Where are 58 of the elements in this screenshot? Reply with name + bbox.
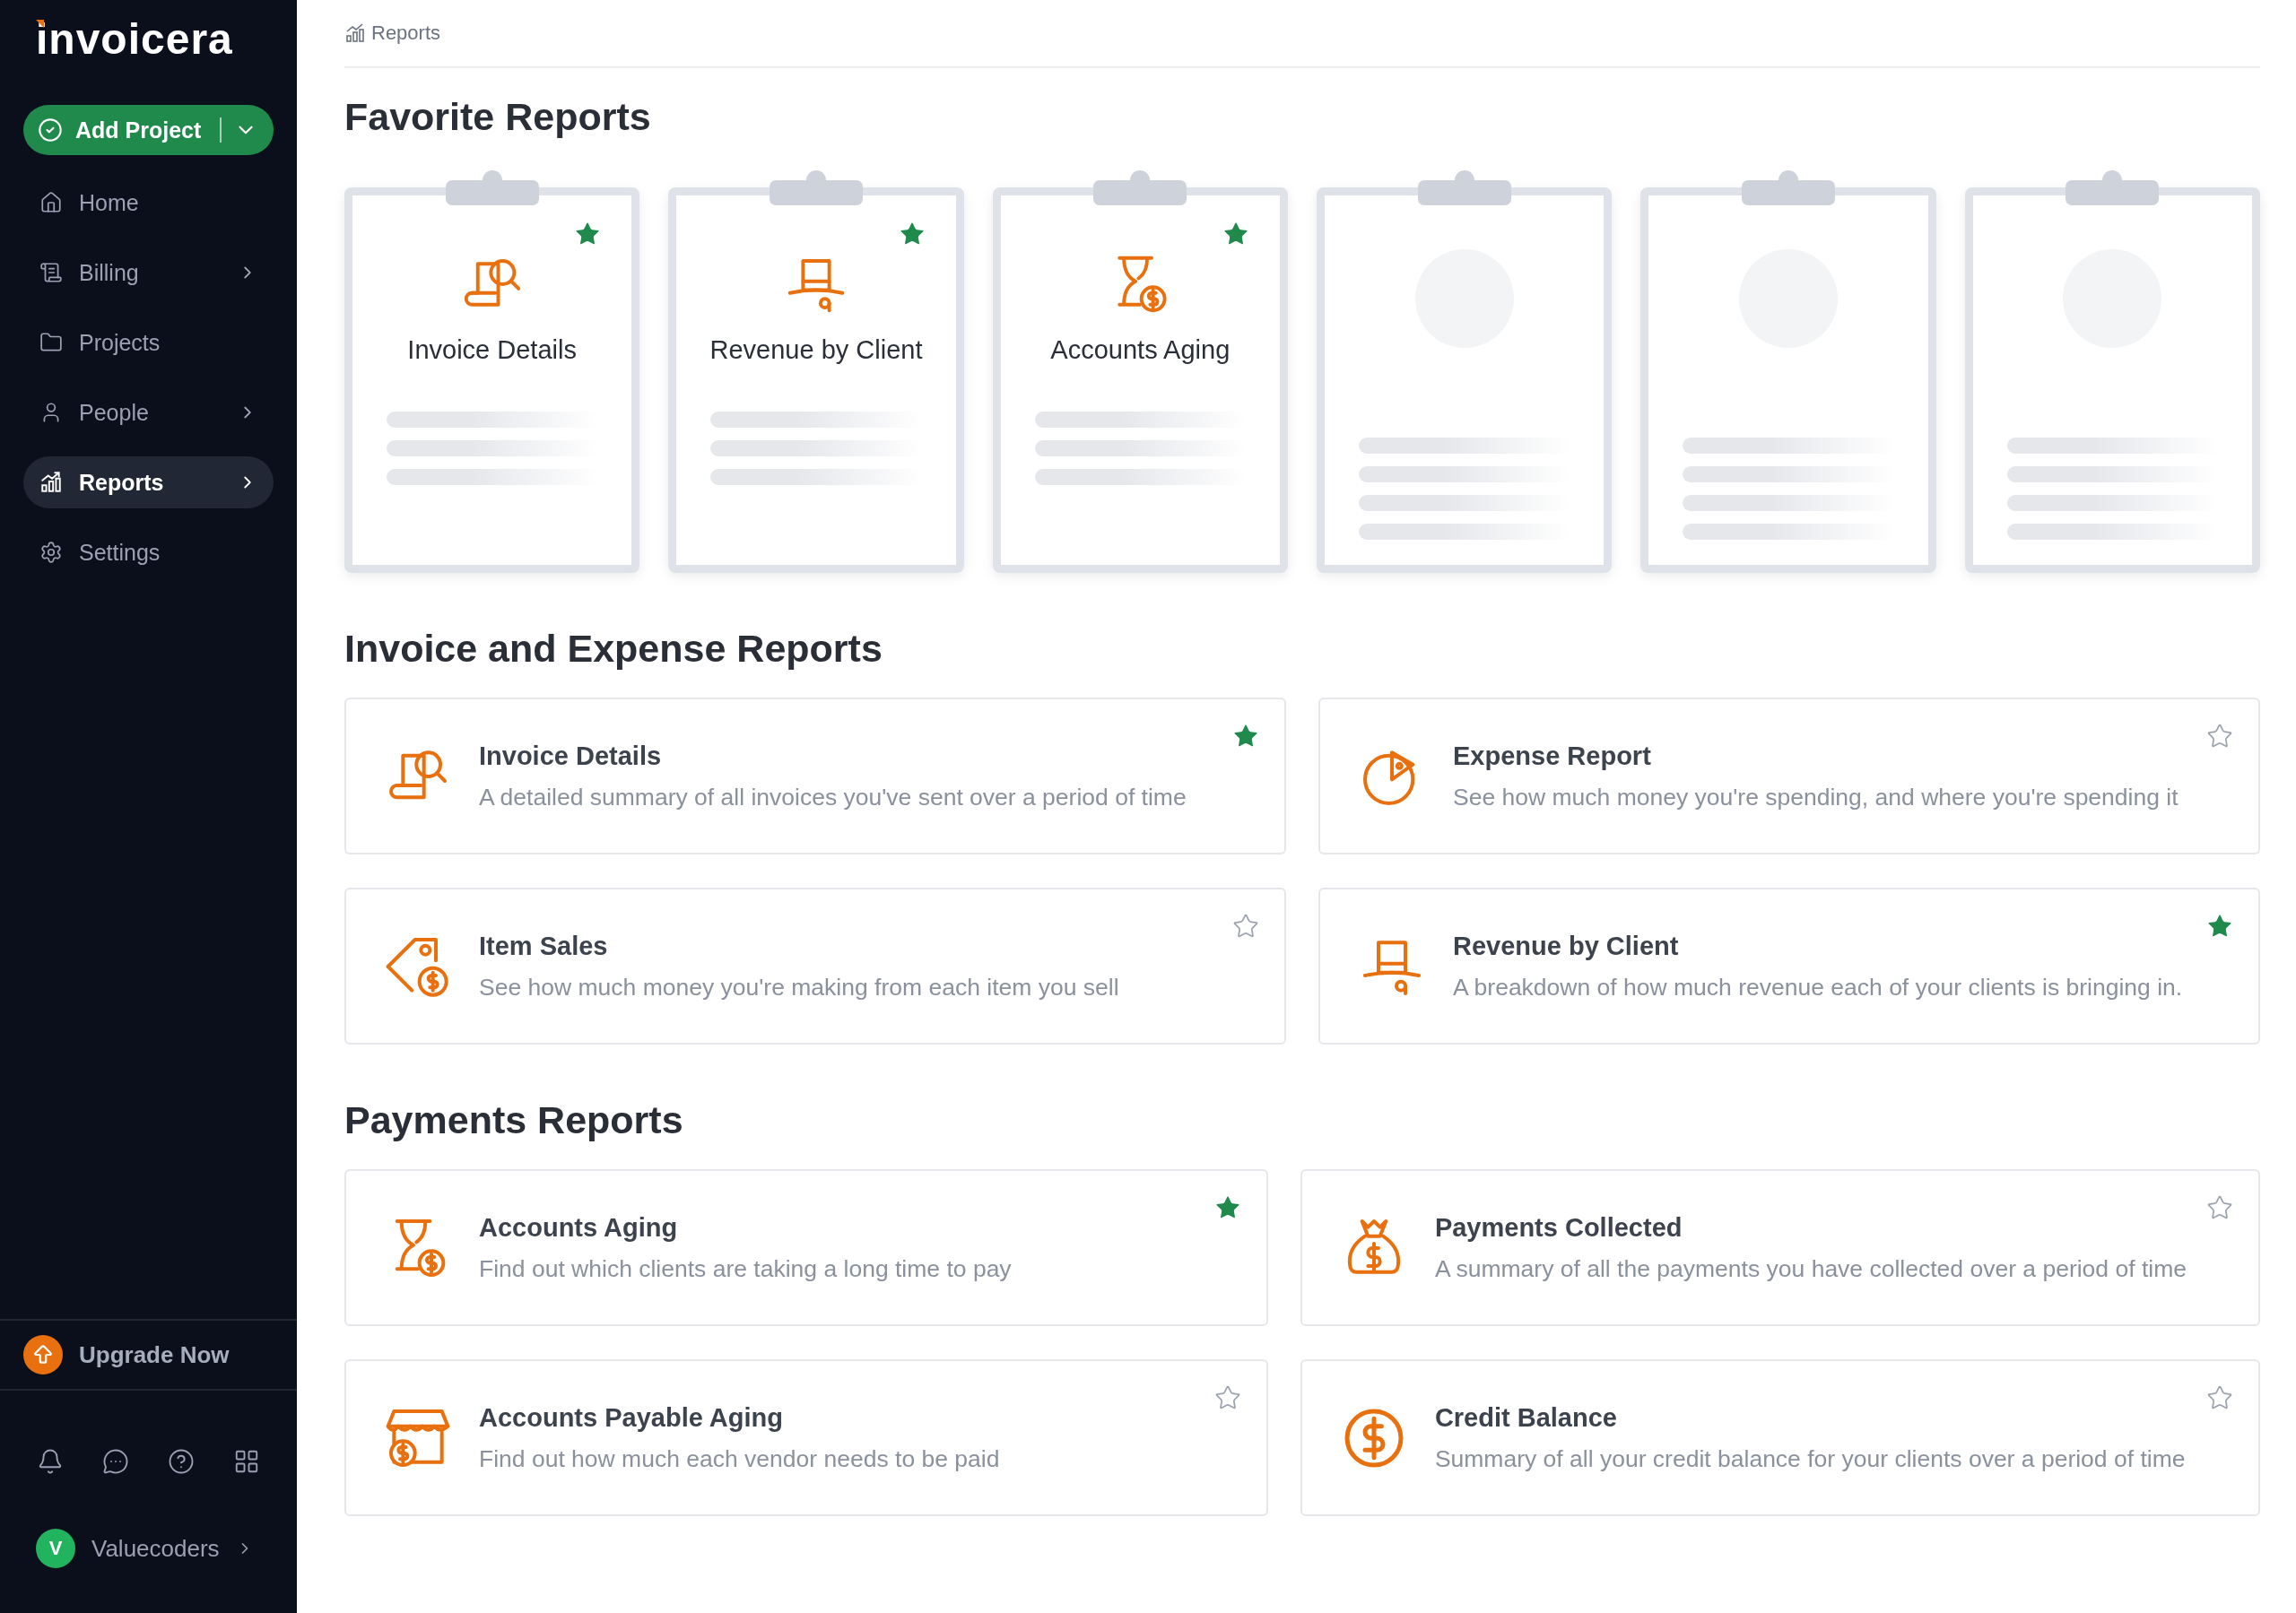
section-heading: Payments Reports xyxy=(344,1098,684,1142)
report-description: A summary of all the payments you have collected over a period of time xyxy=(1434,1254,2187,1283)
report-title: Item Sales xyxy=(479,931,609,961)
nav-item[interactable]: Billing xyxy=(23,247,274,299)
favorite-report-title: Accounts Aging xyxy=(1050,335,1231,365)
report-title: Accounts Aging xyxy=(479,1212,679,1243)
report-card[interactable]: Credit Balance Summary of all your credit balance for your clients over a period of time xyxy=(1300,1359,2260,1516)
add-project-button[interactable]: Add Project xyxy=(23,105,274,155)
report-card[interactable]: Accounts Aging Find out which clients are taking a long time to pay xyxy=(344,1169,1268,1326)
upgrade-button[interactable]: Upgrade Now xyxy=(23,1335,230,1375)
settings-icon xyxy=(39,541,63,564)
report-card[interactable]: Payments Collected A summary of all the payments you have collected over a period of time xyxy=(1300,1169,2260,1326)
star-outline-button[interactable] xyxy=(1232,913,1259,940)
favorite-report-card[interactable]: Accounts Aging xyxy=(992,187,1288,573)
avatar: V xyxy=(36,1529,75,1568)
report-card[interactable]: Accounts Payable Aging Find out how much each vendor needs to be paid xyxy=(344,1359,1268,1516)
favorite-report-title: Invoice Details xyxy=(407,335,577,365)
report-card[interactable]: Expense Report See how much money you're spending, and where you're spending it xyxy=(1318,698,2260,854)
user-menu[interactable]: V Valuecoders xyxy=(36,1529,297,1568)
report-title: Accounts Payable Aging xyxy=(479,1402,784,1433)
logo[interactable]: invoicera xyxy=(0,0,297,64)
report-title: Credit Balance xyxy=(1434,1402,1618,1433)
bar-chart-icon xyxy=(344,22,366,44)
receipt-icon xyxy=(39,261,63,284)
nav-item[interactable]: Reports xyxy=(23,456,274,508)
report-card[interactable]: Invoice Details A detailed summary of all invoices you've sent over a period of time xyxy=(344,698,1286,854)
favorite-report-card[interactable]: Invoice Details xyxy=(344,187,640,573)
folder-icon xyxy=(39,331,63,354)
report-card[interactable]: Revenue by Client A breakdown of how much revenue each of your clients is bringing in. xyxy=(1318,888,2260,1045)
section-heading: Invoice and Expense Reports xyxy=(344,627,883,671)
report-card[interactable]: Item Sales See how much money you're making from each item you sell xyxy=(344,888,1286,1045)
report-title: Revenue by Client xyxy=(1453,931,1680,961)
nav-item[interactable]: Home xyxy=(23,177,274,229)
upgrade-icon xyxy=(23,1335,63,1375)
check-circle-icon xyxy=(38,117,63,143)
report-description: See how much money you're making from each item you sell xyxy=(479,973,1119,1002)
report-title: Payments Collected xyxy=(1434,1212,1683,1243)
report-description: A detailed summary of all invoices you've sent over a period of time xyxy=(479,783,1187,811)
favorite-report-title: Revenue by Client xyxy=(709,335,923,365)
nav-item[interactable]: Settings xyxy=(23,526,274,578)
report-description: See how much money you're spending, and where you're spending it xyxy=(1453,783,2179,811)
section-heading: Favorite Reports xyxy=(344,95,652,139)
favorite-report-card[interactable]: Revenue by Client xyxy=(668,187,964,573)
bar-chart-icon xyxy=(39,471,63,494)
report-description: Summary of all your credit balance for your clients over a period of time xyxy=(1434,1444,2186,1473)
report-description: Find out how much each vendor needs to be paid xyxy=(479,1444,1000,1473)
nav-item[interactable]: People xyxy=(23,386,274,438)
report-title: Expense Report xyxy=(1453,741,1652,771)
star-outline-button[interactable] xyxy=(1213,1384,1241,1411)
report-title: Invoice Details xyxy=(479,741,663,771)
star-outline-button[interactable] xyxy=(2206,1384,2233,1411)
home-icon xyxy=(39,191,63,214)
report-description: A breakdown of how much revenue each of your clients is bringing in. xyxy=(1453,973,2183,1002)
nav-item[interactable]: Projects xyxy=(23,317,274,369)
breadcrumb[interactable]: Reports xyxy=(371,22,441,45)
star-outline-button[interactable] xyxy=(2206,723,2233,750)
report-description: Find out which clients are taking a long time to pay xyxy=(479,1254,1012,1283)
star-outline-button[interactable] xyxy=(2206,1194,2233,1221)
